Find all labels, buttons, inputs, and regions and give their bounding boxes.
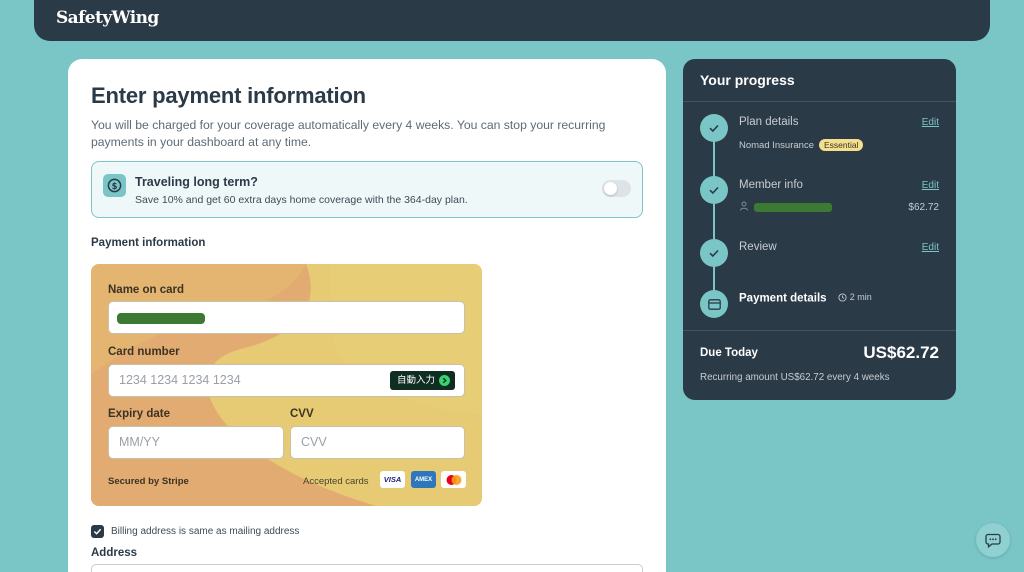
expiry-date-label: Expiry date — [108, 408, 170, 420]
member-price: $62.72 — [908, 202, 939, 213]
card-number-placeholder: 1234 1234 1234 1234 — [119, 373, 241, 387]
edit-review-link[interactable]: Edit — [922, 242, 939, 253]
amex-logo: AMEX — [411, 471, 436, 488]
progress-divider — [683, 101, 956, 102]
plan-summary: Nomad Insurance Essential — [739, 139, 864, 151]
clock-icon — [838, 292, 847, 302]
mastercard-logo — [441, 471, 466, 488]
expiry-date-input[interactable]: MM/YY — [108, 426, 284, 459]
step-3-check-icon — [700, 239, 728, 267]
step-payment-details: Payment details 2 min — [739, 292, 872, 305]
step-payment-details-label: Payment details — [739, 292, 827, 305]
step-1-check-icon — [700, 114, 728, 142]
due-today-label: Due Today — [700, 347, 758, 359]
safetywing-logo[interactable]: SafetyWing — [56, 8, 159, 28]
autofill-label: 自動入力 — [396, 375, 435, 386]
card-details-panel: Name on card Card number 1234 1234 1234 … — [91, 264, 482, 506]
payment-information-heading: Payment information — [91, 237, 206, 249]
progress-title: Your progress — [700, 72, 795, 88]
plan-tier-badge: Essential — [818, 139, 864, 151]
time-estimate-value: 2 min — [849, 292, 872, 302]
expiry-placeholder: MM/YY — [119, 435, 160, 449]
edit-member-info-link[interactable]: Edit — [922, 180, 939, 191]
step-review: Review — [739, 241, 777, 253]
long-term-promo-banner: $ Traveling long term? Save 10% and get … — [91, 161, 643, 218]
page-title: Enter payment information — [91, 83, 366, 108]
recurring-amount-note: Recurring amount US$62.72 every 4 weeks — [700, 372, 890, 383]
cvv-placeholder: CVV — [301, 435, 327, 449]
step-4-card-icon — [700, 290, 728, 318]
promo-subtitle: Save 10% and get 60 extra days home cove… — [135, 194, 468, 206]
card-number-label: Card number — [108, 346, 180, 358]
card-number-input[interactable]: 1234 1234 1234 1234 自動入力 — [108, 364, 465, 397]
chat-support-button[interactable] — [976, 523, 1010, 557]
person-icon — [739, 201, 749, 214]
step-2-check-icon — [700, 176, 728, 204]
secured-by-stripe: Secured by Stripe — [108, 476, 189, 487]
member-summary — [739, 201, 832, 214]
accepted-cards-label: Accepted cards — [303, 476, 369, 487]
due-today-amount: US$62.72 — [863, 343, 939, 362]
time-estimate: 2 min — [838, 292, 872, 302]
step-plan-details: Plan details — [739, 116, 799, 128]
long-term-plan-toggle[interactable] — [602, 180, 631, 197]
promo-title: Traveling long term? — [135, 175, 258, 189]
cvv-label: CVV — [290, 408, 314, 420]
progress-timeline-line — [713, 129, 715, 299]
summary-divider — [683, 330, 956, 331]
svg-text:$: $ — [112, 181, 118, 191]
autofill-button[interactable]: 自動入力 — [389, 371, 455, 390]
billing-same-checkbox[interactable] — [91, 525, 104, 538]
redacted-member-name — [754, 203, 832, 212]
billing-same-label: Billing address is same as mailing addre… — [111, 526, 300, 537]
visa-logo: VISA — [380, 471, 405, 488]
payment-form-card: Enter payment information You will be ch… — [68, 59, 666, 572]
name-on-card-label: Name on card — [108, 284, 185, 296]
dollar-circle-icon: $ — [103, 174, 126, 197]
page-description: You will be charged for your coverage au… — [91, 118, 606, 149]
arrow-right-icon — [439, 375, 450, 386]
address-label: Address — [91, 547, 138, 559]
plan-name: Nomad Insurance — [739, 139, 814, 151]
address-input[interactable] — [91, 564, 643, 572]
billing-same-row: Billing address is same as mailing addre… — [91, 525, 299, 538]
toggle-knob — [604, 182, 617, 195]
step-member-info: Member info — [739, 179, 803, 191]
progress-panel: Your progress Plan details Edit Nomad In… — [683, 59, 956, 400]
redacted-name — [117, 313, 205, 324]
edit-plan-details-link[interactable]: Edit — [922, 117, 939, 128]
name-on-card-input[interactable] — [108, 301, 465, 334]
top-navbar: SafetyWing — [34, 0, 990, 41]
chat-bubble-icon — [985, 533, 1001, 548]
cvv-input[interactable]: CVV — [290, 426, 465, 459]
